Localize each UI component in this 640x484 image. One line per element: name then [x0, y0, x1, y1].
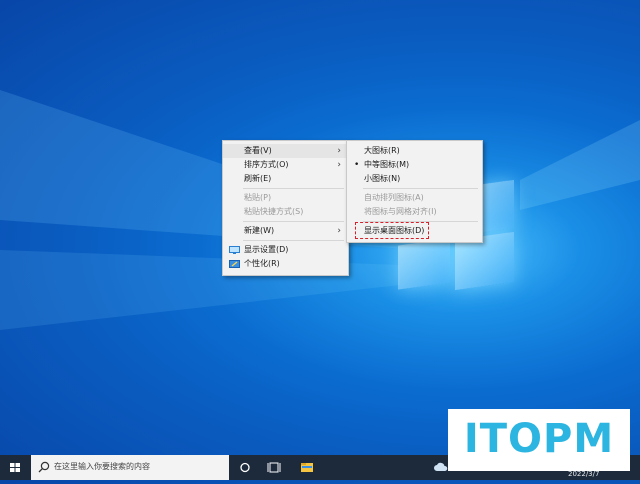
menu-item-new[interactable]: 新建(W) ›	[223, 224, 348, 238]
weather-cloud-icon[interactable]	[433, 461, 449, 473]
menu-item-label: 粘贴快捷方式(S)	[244, 207, 304, 216]
menu-item-refresh[interactable]: 刷新(E)	[223, 172, 348, 186]
watermark-text: ITOPM	[463, 416, 615, 462]
menu-item-label: 显示设置(D)	[244, 245, 289, 254]
menu-item-label: 将图标与网格对齐(I)	[364, 207, 437, 216]
menu-item-label: 大图标(R)	[364, 146, 400, 155]
submenu-item-small-icons[interactable]: 小图标(N)	[347, 172, 482, 186]
menu-item-label: 查看(V)	[244, 146, 272, 155]
itopm-watermark-logo: ITOPM	[448, 409, 630, 471]
chevron-right-icon: ›	[337, 160, 341, 170]
menu-separator	[243, 240, 344, 241]
menu-separator	[243, 188, 344, 189]
desktop-context-menu: 查看(V) › 排序方式(O) › 刷新(E) 粘贴(P) 粘贴快捷方式(S) …	[222, 140, 349, 276]
menu-item-paste-shortcut[interactable]: 粘贴快捷方式(S)	[223, 205, 348, 219]
chevron-right-icon: ›	[337, 226, 341, 236]
clock-date[interactable]: 2022/3/7	[568, 470, 599, 478]
menu-item-label: 排序方式(O)	[244, 160, 289, 169]
windows-start-icon	[10, 463, 20, 472]
display-icon	[229, 246, 240, 254]
cortana-button[interactable]	[236, 455, 254, 480]
menu-item-label: 刷新(E)	[244, 174, 272, 183]
menu-item-display-settings[interactable]: 显示设置(D)	[223, 243, 348, 257]
submenu-item-large-icons[interactable]: 大图标(R)	[347, 144, 482, 158]
file-explorer-icon	[301, 463, 313, 472]
submenu-item-auto-arrange[interactable]: 自动排列图标(A)	[347, 191, 482, 205]
highlight-dashed-box	[355, 222, 429, 239]
menu-item-label: 小图标(N)	[364, 174, 401, 183]
search-icon	[38, 461, 50, 473]
submenu-item-medium-icons[interactable]: • 中等图标(M)	[347, 158, 482, 172]
menu-item-label: 新建(W)	[244, 226, 275, 235]
menu-item-label: 自动排列图标(A)	[364, 193, 424, 202]
personalize-icon	[229, 260, 240, 268]
start-button[interactable]	[0, 455, 30, 480]
file-explorer-button[interactable]	[297, 455, 317, 480]
menu-item-sort-by[interactable]: 排序方式(O) ›	[223, 158, 348, 172]
menu-separator	[243, 221, 344, 222]
task-view-button[interactable]	[264, 455, 284, 480]
menu-item-view[interactable]: 查看(V) ›	[223, 144, 348, 158]
menu-separator	[363, 188, 478, 189]
submenu-item-align-to-grid[interactable]: 将图标与网格对齐(I)	[347, 205, 482, 219]
menu-item-label: 中等图标(M)	[364, 160, 410, 169]
taskbar-search-box[interactable]: 在这里输入你要搜索的内容	[31, 455, 229, 480]
task-view-icon	[267, 462, 281, 473]
menu-item-personalize[interactable]: 个性化(R)	[223, 257, 348, 271]
cortana-circle-icon	[240, 462, 250, 473]
chevron-right-icon: ›	[337, 146, 341, 156]
selected-bullet-icon: •	[354, 160, 360, 170]
menu-item-label: 个性化(R)	[244, 259, 280, 268]
search-placeholder: 在这里输入你要搜索的内容	[54, 462, 150, 471]
menu-item-label: 粘贴(P)	[244, 193, 272, 202]
menu-item-paste[interactable]: 粘贴(P)	[223, 191, 348, 205]
